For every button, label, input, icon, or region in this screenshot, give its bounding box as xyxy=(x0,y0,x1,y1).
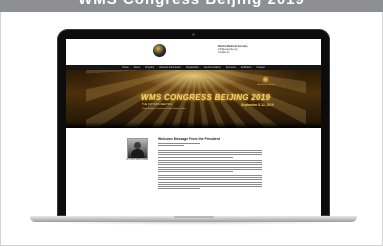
top-banner-text: WMS Congress Beijing 2019 xyxy=(78,0,305,8)
contact-line-2: Contact us xyxy=(218,51,230,54)
text-line xyxy=(158,183,262,185)
photo-head xyxy=(134,142,141,149)
text-line xyxy=(158,185,262,187)
nav-item-abstract[interactable]: Abstract Submission xyxy=(159,66,181,69)
banner-date: September 8-12, 2019 xyxy=(241,103,274,107)
nav-item-exhibition[interactable]: Exhibition xyxy=(241,66,251,69)
laptop-opening-notch xyxy=(174,216,214,218)
hero-banner: World Medical Society WMS CONGRESS BEIJI… xyxy=(66,70,321,128)
president-photo xyxy=(127,138,148,159)
text-line xyxy=(158,156,233,158)
banner-subtitle: THE 1ST WMS MEETING xyxy=(142,103,173,106)
paragraph-1 xyxy=(158,150,262,159)
text-line xyxy=(158,179,262,181)
site-header: World Medical Society info@example.org C… xyxy=(66,39,321,65)
congress-emblem-icon xyxy=(262,76,269,83)
text-line xyxy=(158,152,262,153)
salutation-block xyxy=(158,143,262,147)
text-line xyxy=(158,150,262,151)
nav-item-home[interactable]: Home xyxy=(122,66,128,69)
site-logo[interactable] xyxy=(153,44,166,57)
banner-venue: China National Convention Center, Beijin… xyxy=(142,108,186,110)
text-line xyxy=(158,181,262,183)
text-line xyxy=(158,164,262,166)
webcam-icon xyxy=(192,33,195,36)
text-line xyxy=(158,175,262,176)
emblem-caption: World Medical Society xyxy=(257,84,275,86)
nav-item-contact[interactable]: Contact xyxy=(256,66,264,69)
header-contact: World Medical Society info@example.org C… xyxy=(218,45,288,55)
text-line xyxy=(158,170,233,172)
text-line xyxy=(158,188,200,189)
laptop-shadow xyxy=(40,222,347,225)
text-line xyxy=(158,160,262,161)
nav-item-registration[interactable]: Registration xyxy=(186,66,199,69)
paragraph-3 xyxy=(158,175,262,190)
photo-body xyxy=(131,149,144,158)
welcome-heading: Welcome Message From the President xyxy=(158,137,220,141)
nav-item-sponsors[interactable]: Sponsors xyxy=(226,66,236,69)
text-line xyxy=(158,162,262,163)
laptop-screen: World Medical Society info@example.org C… xyxy=(66,39,321,216)
nav-item-accommodation[interactable]: Accommodation xyxy=(204,66,221,69)
text-line xyxy=(158,168,262,170)
nav-item-about[interactable]: About xyxy=(134,66,140,69)
banner-title: WMS CONGRESS BEIJING 2019 xyxy=(141,93,271,102)
laptop-lid: World Medical Society info@example.org C… xyxy=(57,29,330,216)
photo-caption: Dr. Ji-Yuan, WMS President xyxy=(125,159,149,161)
top-banner-strip: WMS Congress Beijing 2019 xyxy=(0,0,383,12)
paragraph-2 xyxy=(158,160,262,173)
text-line xyxy=(158,145,184,146)
text-line xyxy=(158,166,262,168)
nav-item-program[interactable]: Program xyxy=(145,66,154,69)
text-line xyxy=(158,154,262,156)
text-line xyxy=(158,177,262,178)
main-content: Dr. Ji-Yuan, WMS President Welcome Messa… xyxy=(66,128,321,216)
text-line xyxy=(158,143,200,144)
